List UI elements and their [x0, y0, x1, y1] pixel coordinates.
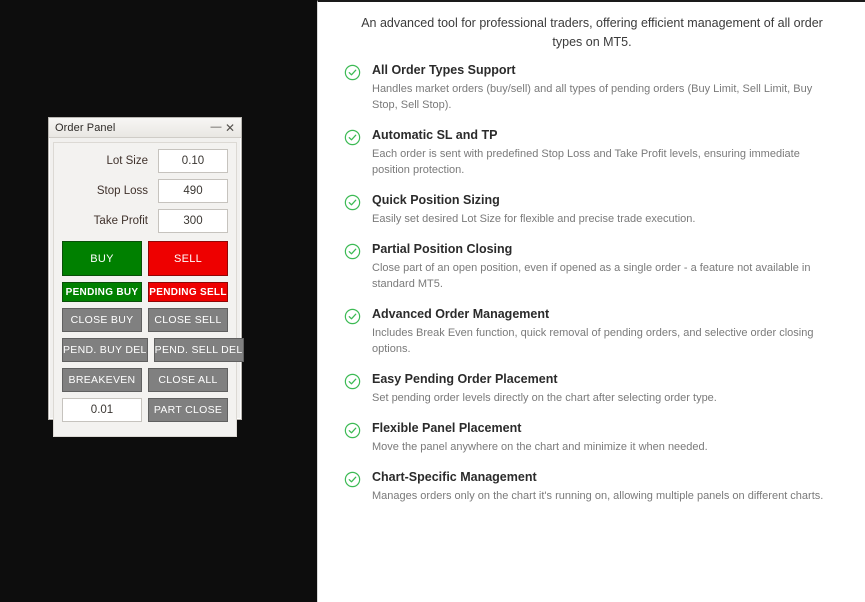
check-circle-icon	[344, 306, 372, 357]
sell-button[interactable]: SELL	[148, 241, 228, 276]
check-circle-icon	[344, 192, 372, 227]
buy-button[interactable]: BUY	[62, 241, 142, 276]
pending-sell-button[interactable]: PENDING SELL	[148, 282, 228, 302]
stop-loss-row: Stop Loss 490	[62, 179, 228, 203]
panel-title: Order Panel	[55, 121, 116, 134]
feature-description: Set pending order levels directly on the…	[372, 392, 717, 404]
feature-item: Chart-Specific Management Manages orders …	[344, 469, 840, 504]
panel-titlebar[interactable]: Order Panel — ✕	[49, 118, 241, 138]
feature-title: Easy Pending Order Placement	[372, 372, 558, 386]
feature-text: Chart-Specific Management Manages orders …	[372, 469, 840, 504]
part-close-lot-input[interactable]: 0.01	[62, 398, 142, 422]
take-profit-label: Take Profit	[93, 215, 148, 227]
feature-title: All Order Types Support	[372, 63, 516, 77]
check-circle-icon	[344, 127, 372, 178]
close-all-button[interactable]: CLOSE ALL	[148, 368, 228, 392]
pending-buy-delete-button[interactable]: PEND. BUY DEL	[62, 338, 148, 362]
feature-description: Handles market orders (buy/sell) and all…	[372, 83, 813, 111]
close-sell-button[interactable]: CLOSE SELL	[148, 308, 228, 332]
feature-description: Manages orders only on the chart it's ru…	[372, 490, 824, 502]
stop-loss-label: Stop Loss	[96, 185, 148, 197]
check-circle-icon	[344, 241, 372, 292]
feature-description: Includes Break Even function, quick remo…	[372, 327, 814, 355]
pending-delete-row: PEND. BUY DEL PEND. SELL DEL	[62, 338, 244, 362]
button-grid: BUY SELL PENDING BUY PENDING SELL CLOSE …	[62, 241, 244, 428]
feature-text: Easy Pending Order Placement Set pending …	[372, 371, 840, 406]
take-profit-input[interactable]: 300	[158, 209, 228, 233]
feature-item: Easy Pending Order Placement Set pending …	[344, 371, 840, 406]
breakeven-closeall-row: BREAKEVEN CLOSE ALL	[62, 368, 228, 392]
feature-text: Automatic SL and TP Each order is sent wi…	[372, 127, 840, 178]
order-panel-window[interactable]: Order Panel — ✕ Lot Size 0.10 Stop Loss …	[48, 117, 244, 437]
close-order-row: CLOSE BUY CLOSE SELL	[62, 308, 228, 332]
feature-item: All Order Types Support Handles market or…	[344, 62, 840, 113]
check-circle-icon	[344, 371, 372, 406]
feature-item: Partial Position Closing Close part of an…	[344, 241, 840, 292]
panel-body: Lot Size 0.10 Stop Loss 490 Take Profit …	[53, 142, 244, 437]
lot-size-input[interactable]: 0.10	[158, 149, 228, 173]
pending-order-row: PENDING BUY PENDING SELL	[62, 282, 228, 302]
feature-text: Quick Position Sizing Easily set desired …	[372, 192, 840, 227]
feature-title: Flexible Panel Placement	[372, 421, 522, 435]
close-icon[interactable]: ✕	[223, 121, 237, 135]
feature-title: Quick Position Sizing	[372, 193, 500, 207]
feature-text: Flexible Panel Placement Move the panel a…	[372, 420, 840, 455]
feature-text: All Order Types Support Handles market or…	[372, 62, 840, 113]
breakeven-button[interactable]: BREAKEVEN	[62, 368, 142, 392]
stop-loss-input[interactable]: 490	[158, 179, 228, 203]
feature-title: Chart-Specific Management	[372, 470, 537, 484]
part-close-row: 0.01 PART CLOSE	[62, 398, 228, 422]
feature-item: Flexible Panel Placement Move the panel a…	[344, 420, 840, 455]
feature-item: Advanced Order Management Includes Break …	[344, 306, 840, 357]
feature-title: Partial Position Closing	[372, 242, 513, 256]
feature-description: Each order is sent with predefined Stop …	[372, 148, 800, 176]
feature-text: Advanced Order Management Includes Break …	[372, 306, 840, 357]
close-buy-button[interactable]: CLOSE BUY	[62, 308, 142, 332]
feature-item: Quick Position Sizing Easily set desired …	[344, 192, 840, 227]
feature-title: Advanced Order Management	[372, 307, 550, 321]
check-circle-icon	[344, 62, 372, 113]
pending-buy-button[interactable]: PENDING BUY	[62, 282, 142, 302]
feature-description: Easily set desired Lot Size for flexible…	[372, 213, 696, 225]
feature-list: All Order Types Support Handles market or…	[318, 52, 865, 504]
intro-text: An advanced tool for professional trader…	[361, 16, 823, 49]
lot-size-label: Lot Size	[106, 155, 148, 167]
feature-panel: An advanced tool for professional trader…	[317, 0, 865, 602]
feature-description: Move the panel anywhere on the chart and…	[372, 441, 708, 453]
take-profit-row: Take Profit 300	[62, 209, 228, 233]
market-order-row: BUY SELL	[62, 241, 228, 276]
minimize-icon[interactable]: —	[209, 121, 223, 135]
feature-description: Close part of an open position, even if …	[372, 262, 811, 290]
feature-text: Partial Position Closing Close part of an…	[372, 241, 840, 292]
part-close-button[interactable]: PART CLOSE	[148, 398, 228, 422]
feature-title: Automatic SL and TP	[372, 128, 498, 142]
feature-item: Automatic SL and TP Each order is sent wi…	[344, 127, 840, 178]
check-circle-icon	[344, 420, 372, 455]
lot-size-row: Lot Size 0.10	[62, 149, 228, 173]
pending-sell-delete-button[interactable]: PEND. SELL DEL	[153, 338, 244, 362]
check-circle-icon	[344, 469, 372, 504]
